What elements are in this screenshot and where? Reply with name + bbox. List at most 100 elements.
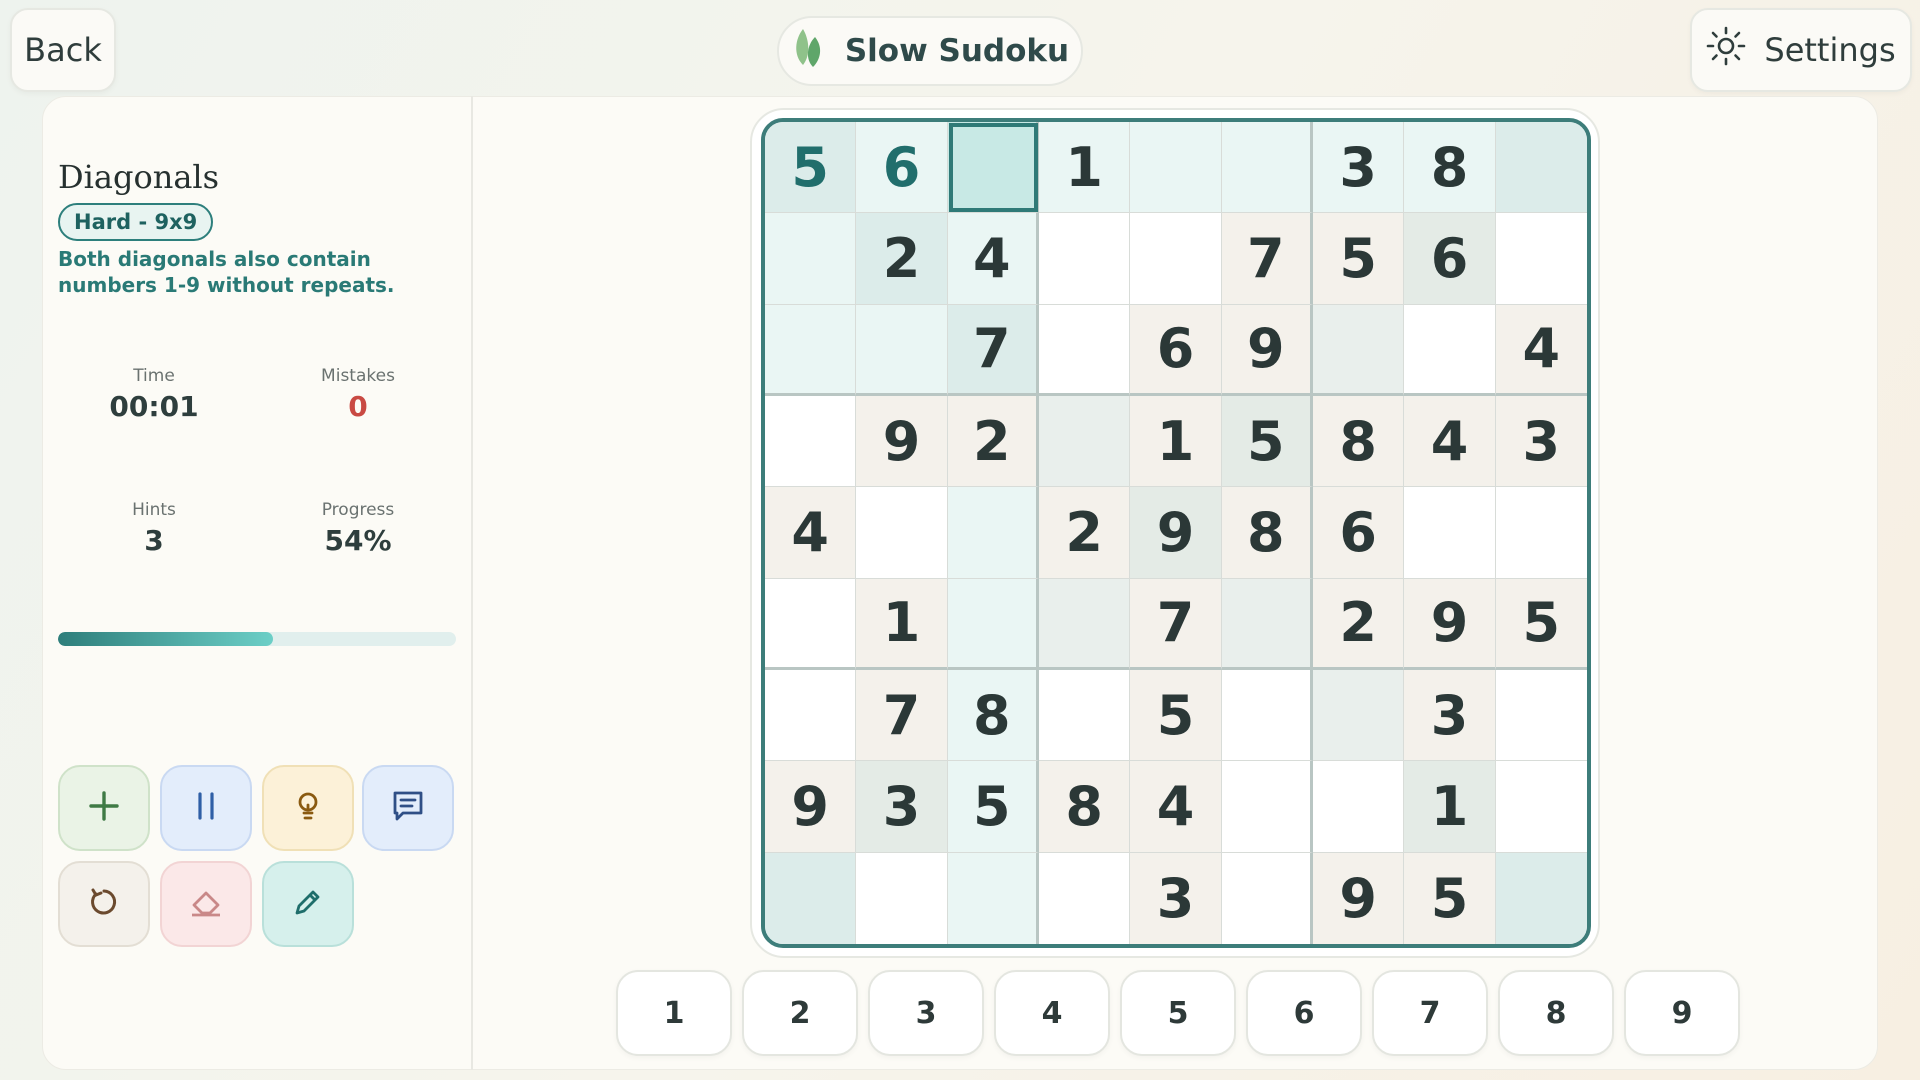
board-cell[interactable] xyxy=(1039,670,1131,762)
board-cell[interactable] xyxy=(1221,852,1313,944)
board-cell[interactable]: 6 xyxy=(1404,213,1496,305)
board-cell[interactable] xyxy=(1221,670,1313,762)
board-cell[interactable] xyxy=(947,852,1039,944)
board-cell[interactable] xyxy=(1404,304,1496,396)
board-cell[interactable] xyxy=(947,487,1039,579)
board-cell[interactable]: 1 xyxy=(856,578,948,670)
board-cell[interactable]: 8 xyxy=(1039,761,1131,853)
board-cell[interactable] xyxy=(1404,487,1496,579)
restart-button[interactable] xyxy=(58,861,150,947)
number-key-1[interactable]: 1 xyxy=(616,970,732,1056)
board-cell[interactable]: 5 xyxy=(1495,578,1587,670)
board-cell[interactable] xyxy=(765,304,857,396)
settings-button[interactable]: Settings xyxy=(1690,8,1912,92)
board-cell[interactable]: 9 xyxy=(1404,578,1496,670)
number-key-7[interactable]: 7 xyxy=(1372,970,1488,1056)
number-key-4[interactable]: 4 xyxy=(994,970,1110,1056)
board-cell[interactable] xyxy=(1221,122,1313,214)
board-cell[interactable]: 6 xyxy=(1313,487,1405,579)
board-cell[interactable] xyxy=(1495,213,1587,305)
number-key-2[interactable]: 2 xyxy=(742,970,858,1056)
board-cell[interactable]: 1 xyxy=(1130,396,1222,488)
number-key-3[interactable]: 3 xyxy=(868,970,984,1056)
board-cell[interactable]: 4 xyxy=(1130,761,1222,853)
board-cell[interactable]: 4 xyxy=(1404,396,1496,488)
board-cell[interactable]: 5 xyxy=(765,122,857,214)
board-cell[interactable] xyxy=(765,852,857,944)
number-key-6[interactable]: 6 xyxy=(1246,970,1362,1056)
board-cell[interactable]: 7 xyxy=(856,670,948,762)
board-cell[interactable]: 1 xyxy=(1404,761,1496,853)
board-cell[interactable]: 9 xyxy=(1313,852,1405,944)
number-key-5[interactable]: 5 xyxy=(1120,970,1236,1056)
pencil-button[interactable] xyxy=(262,861,354,947)
board-cell[interactable]: 8 xyxy=(947,670,1039,762)
board-cell[interactable]: 4 xyxy=(1495,304,1587,396)
board-cell[interactable] xyxy=(1130,213,1222,305)
board-cell[interactable] xyxy=(1221,761,1313,853)
board-cell[interactable] xyxy=(1130,122,1222,214)
mode-title: Diagonals xyxy=(58,158,220,196)
board-cell[interactable]: 3 xyxy=(1313,122,1405,214)
board-cell[interactable] xyxy=(765,670,857,762)
board-cell[interactable] xyxy=(1313,304,1405,396)
number-key-9[interactable]: 9 xyxy=(1624,970,1740,1056)
board-cell[interactable]: 7 xyxy=(1130,578,1222,670)
board-cell[interactable]: 8 xyxy=(1221,487,1313,579)
board-cell[interactable] xyxy=(1495,852,1587,944)
board-cell[interactable]: 2 xyxy=(1039,487,1131,579)
board-cell[interactable] xyxy=(1495,670,1587,762)
board-cell[interactable]: 9 xyxy=(765,761,857,853)
board-cell[interactable]: 1 xyxy=(1039,122,1131,214)
board-cell[interactable] xyxy=(947,578,1039,670)
board-cell[interactable] xyxy=(1039,213,1131,305)
board-cell[interactable]: 5 xyxy=(1221,396,1313,488)
board-cell[interactable]: 6 xyxy=(856,122,948,214)
board-cell[interactable]: 2 xyxy=(856,213,948,305)
board-cell[interactable] xyxy=(1495,487,1587,579)
board-cell[interactable] xyxy=(856,487,948,579)
board-cell[interactable]: 9 xyxy=(1130,487,1222,579)
new-game-button[interactable] xyxy=(58,765,150,851)
board-cell[interactable]: 2 xyxy=(1313,578,1405,670)
board-cell[interactable]: 5 xyxy=(1130,670,1222,762)
board-cell[interactable]: 5 xyxy=(1313,213,1405,305)
board-cell[interactable]: 3 xyxy=(1404,670,1496,762)
board-cell[interactable] xyxy=(765,578,857,670)
board-cell[interactable] xyxy=(1313,670,1405,762)
board-cell[interactable]: 9 xyxy=(856,396,948,488)
board-cell[interactable] xyxy=(1039,852,1131,944)
pause-button[interactable] xyxy=(160,765,252,851)
board-cell[interactable]: 4 xyxy=(947,213,1039,305)
number-key-8[interactable]: 8 xyxy=(1498,970,1614,1056)
board-cell[interactable]: 7 xyxy=(947,304,1039,396)
board-cell[interactable]: 3 xyxy=(856,761,948,853)
board-cell[interactable]: 8 xyxy=(1404,122,1496,214)
board-cell[interactable]: 7 xyxy=(1221,213,1313,305)
board-cell[interactable] xyxy=(1221,578,1313,670)
notes-button[interactable] xyxy=(362,765,454,851)
hint-button[interactable] xyxy=(262,765,354,851)
board-cell[interactable]: 8 xyxy=(1313,396,1405,488)
board-cell[interactable]: 3 xyxy=(1495,396,1587,488)
board-cell[interactable] xyxy=(765,213,857,305)
erase-button[interactable] xyxy=(160,861,252,947)
board-cell[interactable]: 5 xyxy=(1404,852,1496,944)
board-cell[interactable] xyxy=(856,852,948,944)
board-cell[interactable] xyxy=(1495,761,1587,853)
board-cell[interactable] xyxy=(765,396,857,488)
board-cell[interactable] xyxy=(1039,304,1131,396)
board-cell[interactable] xyxy=(1039,578,1131,670)
board-cell[interactable]: 6 xyxy=(1130,304,1222,396)
board-cell[interactable]: 3 xyxy=(1130,852,1222,944)
board-cell[interactable]: 4 xyxy=(765,487,857,579)
board-cell[interactable] xyxy=(1039,396,1131,488)
board-cell[interactable]: 2 xyxy=(947,396,1039,488)
back-button[interactable]: Back xyxy=(10,8,116,92)
board-cell[interactable]: 9 xyxy=(1221,304,1313,396)
board-cell[interactable] xyxy=(856,304,948,396)
board-cell[interactable] xyxy=(1495,122,1587,214)
board-cell[interactable]: 5 xyxy=(947,761,1039,853)
board-cell[interactable] xyxy=(947,122,1039,214)
board-cell[interactable] xyxy=(1313,761,1405,853)
